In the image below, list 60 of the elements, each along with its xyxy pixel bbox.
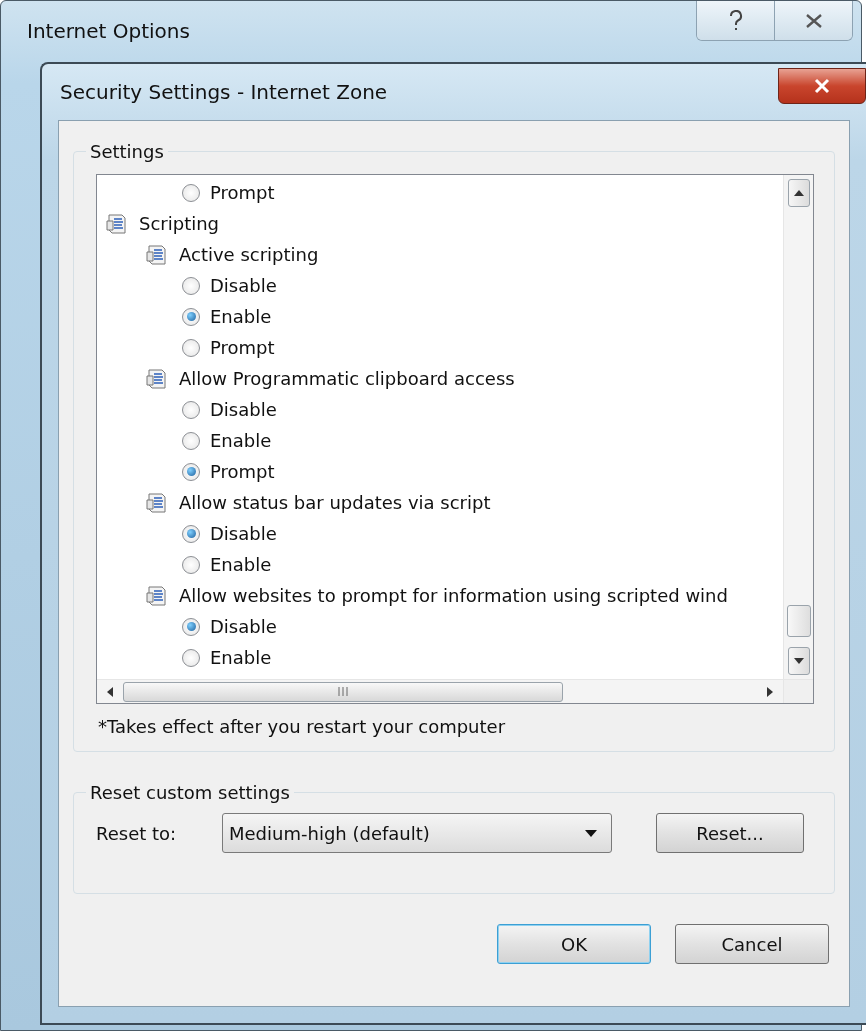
script-icon: [145, 242, 169, 267]
option-label: Disable: [210, 616, 277, 637]
close-button[interactable]: [774, 1, 852, 40]
script-icon: [145, 366, 169, 391]
dialog-title: Security Settings - Internet Zone: [59, 80, 388, 104]
radio-button[interactable]: [182, 462, 200, 481]
radio-button[interactable]: [182, 431, 200, 450]
right-arrow-icon[interactable]: [767, 686, 773, 697]
setting-label: Allow websites to prompt for information using scripted wind: [179, 585, 728, 606]
radio-button[interactable]: [182, 617, 200, 636]
down-arrow-icon: [793, 658, 804, 664]
radio-button[interactable]: [182, 400, 200, 419]
reset-button[interactable]: Reset...: [656, 813, 804, 853]
option-label: Enable: [210, 647, 272, 668]
option-label: Enable: [210, 430, 272, 451]
radio-button[interactable]: [182, 648, 200, 667]
help-icon: [727, 9, 744, 32]
setting-label: Allow Programmatic clipboard access: [179, 368, 515, 389]
grip-icon: [338, 687, 348, 696]
scroll-up-button[interactable]: [787, 179, 810, 207]
window-title: Internet Options: [27, 19, 190, 43]
close-icon: [813, 78, 831, 94]
group-label: Settings: [89, 141, 165, 162]
scrollbar-corner: [783, 679, 813, 703]
script-icon: [105, 211, 129, 236]
up-arrow-icon: [793, 190, 804, 196]
option-label: Enable: [210, 554, 272, 575]
group-label: Reset custom settings: [89, 782, 291, 803]
option-label: Disable: [210, 275, 277, 296]
left-arrow-icon[interactable]: [107, 686, 113, 697]
option-label: Disable: [210, 523, 277, 544]
script-icon: [145, 583, 169, 608]
setting-label: Allow status bar updates via script: [179, 492, 491, 513]
help-button[interactable]: [697, 1, 774, 40]
horizontal-scrollbar[interactable]: [97, 679, 783, 703]
option-label: Disable: [210, 399, 277, 420]
radio-button[interactable]: [182, 183, 200, 202]
vertical-scrollbar[interactable]: [783, 175, 813, 679]
radio-button[interactable]: [182, 276, 200, 295]
option-label: Prompt: [210, 337, 275, 358]
dialog-button[interactable]: OK: [497, 924, 651, 964]
radio-button[interactable]: [182, 524, 200, 543]
option-label: Enable: [210, 306, 272, 327]
scroll-thumb[interactable]: [786, 605, 811, 637]
radio-button[interactable]: [182, 338, 200, 357]
radio-button[interactable]: [182, 555, 200, 574]
radio-button[interactable]: [182, 307, 200, 326]
reset-to-label: Reset to:: [96, 822, 178, 844]
close-button[interactable]: [778, 68, 866, 104]
footnote: *Takes effect after you restart your computer: [97, 715, 507, 737]
option-label: Prompt: [210, 461, 275, 482]
setting-label: Active scripting: [179, 244, 319, 265]
dropdown-arrow-icon: [585, 829, 597, 837]
scroll-thumb[interactable]: [123, 681, 563, 702]
option-label: Prompt: [210, 182, 275, 203]
script-icon: [145, 490, 169, 515]
reset-level-dropdown[interactable]: Medium-high (default): [222, 813, 612, 853]
setting-label: Scripting: [139, 213, 220, 234]
scroll-down-button[interactable]: [787, 647, 810, 675]
dialog-button[interactable]: Cancel: [675, 924, 829, 964]
